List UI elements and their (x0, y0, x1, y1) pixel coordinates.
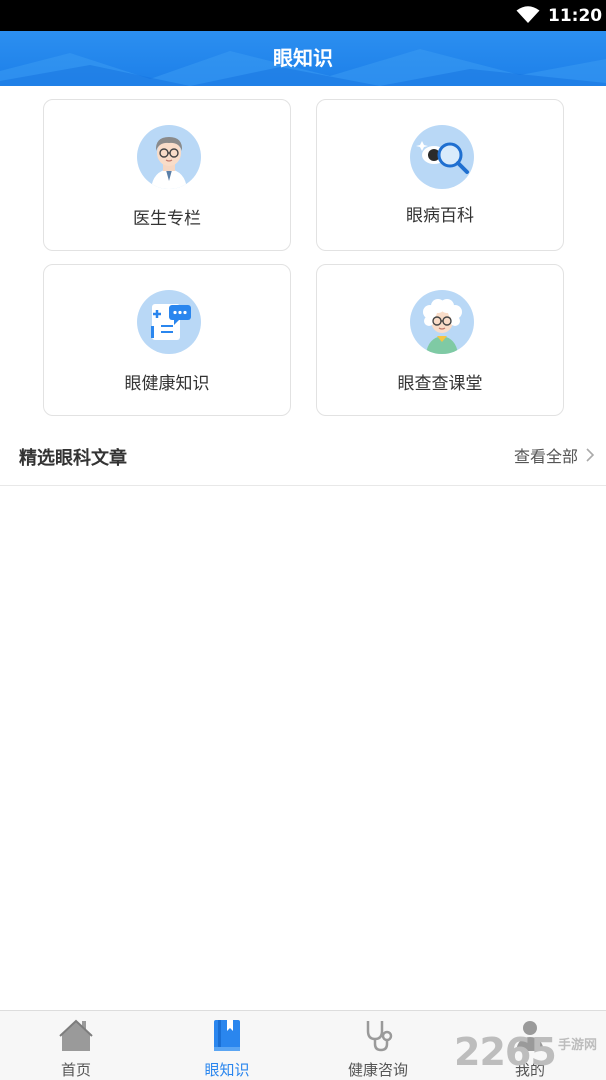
watermark-text: 手游网 (558, 1038, 598, 1053)
eye-search-icon (410, 125, 474, 189)
tab-label: 眼知识 (204, 1061, 250, 1079)
category-card-eye-health-knowledge[interactable]: 眼健康知识 (43, 264, 291, 416)
tab-label: 首页 (60, 1061, 91, 1079)
tab-eye-knowledge[interactable]: 眼知识 (167, 1011, 287, 1080)
tab-label: 健康咨询 (347, 1061, 408, 1079)
status-time: 11:20 (548, 6, 603, 26)
app-header: 眼知识 (0, 31, 606, 86)
page-title: 眼知识 (273, 46, 333, 70)
book-icon (214, 1020, 240, 1051)
view-all-link[interactable]: 查看全部 (514, 443, 578, 467)
category-card-eye-disease-encyclopedia[interactable]: 眼病百科 (316, 99, 564, 251)
tab-health-consult[interactable]: 健康咨询 (318, 1011, 438, 1080)
wifi-icon (516, 6, 540, 23)
medical-chat-icon (137, 290, 201, 354)
status-bar: 11:20 (0, 0, 606, 31)
doctor-icon (137, 125, 201, 189)
stethoscope-icon (366, 1021, 393, 1052)
featured-articles-header: 精选眼科文章 查看全部 (0, 428, 606, 486)
site-watermark: 2265 手游网 (454, 1030, 606, 1078)
elder-avatar-icon (410, 290, 474, 354)
watermark-number: 2265 (454, 1030, 557, 1074)
category-label: 眼病百科 (406, 206, 474, 226)
category-card-eye-check-classroom[interactable]: 眼查查课堂 (316, 264, 564, 416)
chevron-right-icon[interactable] (584, 446, 596, 464)
category-label: 眼健康知识 (124, 374, 210, 394)
category-card-doctor-column[interactable]: 医生专栏 (43, 99, 291, 251)
category-label: 医生专栏 (133, 209, 201, 229)
tab-home[interactable]: 首页 (16, 1011, 136, 1080)
section-title: 精选眼科文章 (19, 448, 127, 469)
home-icon (59, 1019, 93, 1051)
category-label: 眼查查课堂 (397, 374, 483, 394)
